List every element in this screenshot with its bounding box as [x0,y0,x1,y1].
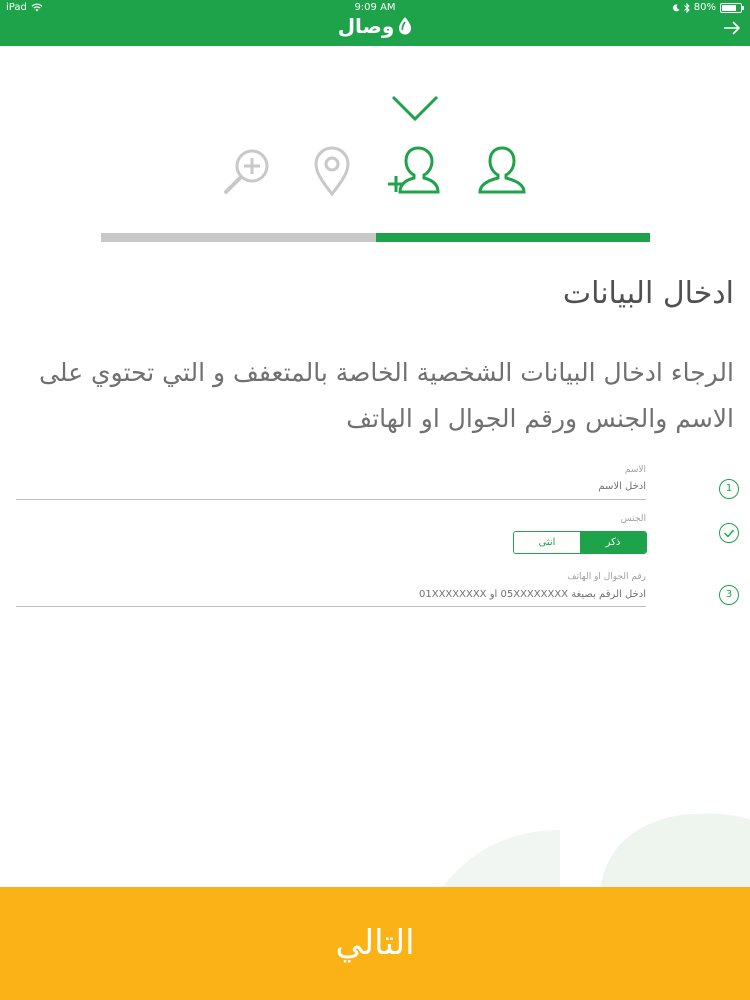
step-marker-1: 1 [719,479,739,499]
battery-percent: 80% [693,2,716,13]
top-bar: iPad 9:09 AM 80% وصال [0,0,750,46]
battery-icon [720,2,744,13]
logo-drop-icon [399,17,412,35]
step-marker-3: 3 [719,585,739,605]
name-underline [16,499,646,500]
name-label: الاسم [624,465,646,475]
page-description: الرجاء ادخال البيانات الشخصية الخاصة بال… [39,358,734,433]
phone-label: رقم الجوال او الهاتف [567,572,646,582]
gender-segmented-control: ذكر انثى [513,531,647,554]
status-right: 80% [672,2,744,13]
phone-input[interactable] [246,589,646,600]
arrow-right-icon[interactable] [722,20,742,36]
search-step-icon[interactable] [220,144,276,196]
logo-text: وصال [337,14,395,38]
progress-fill [375,233,650,242]
status-time: 9:09 AM [354,2,396,13]
user-step-icon[interactable] [474,144,530,196]
decorative-background-shapes [440,813,750,890]
phone-underline [16,606,646,607]
moon-icon [672,3,680,11]
location-step-icon[interactable] [306,144,362,196]
add-user-step-icon[interactable] [388,144,444,196]
page-title: ادخال البيانات [562,276,734,311]
app-screen: iPad 9:09 AM 80% وصال ادخال البيانات الر… [0,0,750,1000]
progress-bar [101,233,650,242]
gender-option-female[interactable]: انثى [514,532,580,553]
app-logo: وصال [0,14,750,38]
gender-option-male[interactable]: ذكر [580,532,646,553]
bluetooth-icon [683,2,690,13]
name-input[interactable] [246,481,646,492]
gender-label: الجنس [620,514,646,524]
checkmark-icon [719,523,739,543]
next-button[interactable]: التالي [0,887,750,1000]
chevron-down-icon [391,95,439,122]
